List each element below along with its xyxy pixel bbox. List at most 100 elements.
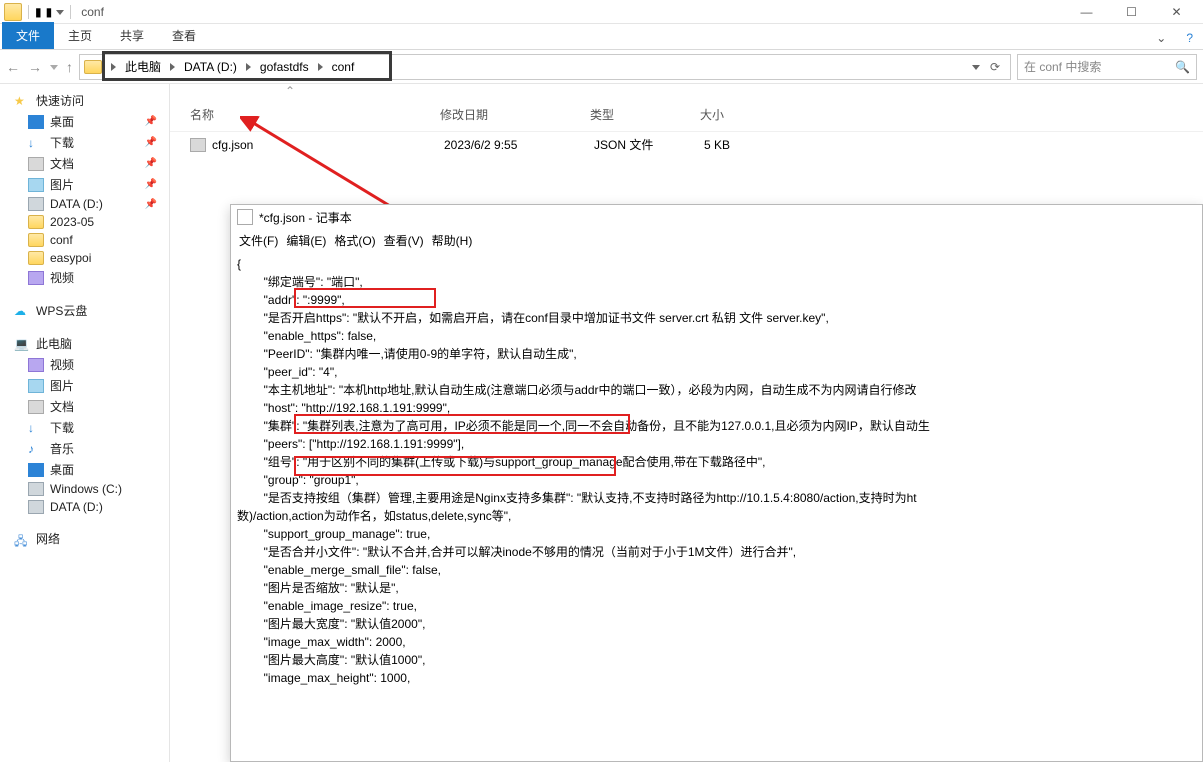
ribbon: 文件 主页 共享 查看 ⌄ ? [0, 24, 1203, 50]
notepad-menubar: 文件(F) 编辑(E) 格式(O) 查看(V) 帮助(H) [231, 229, 1202, 251]
pin-icon: 📌 [145, 158, 169, 169]
notepad-window: *cfg.json - 记事本 文件(F) 编辑(E) 格式(O) 查看(V) … [230, 204, 1203, 762]
fold-icon [28, 251, 44, 265]
file-row[interactable]: cfg.json 2023/6/2 9:55 JSON 文件 5 KB [170, 132, 1203, 157]
file-size: 5 KB [704, 138, 804, 152]
search-placeholder: 在 conf 中搜索 [1024, 58, 1101, 75]
star-icon [14, 94, 30, 108]
desk-icon [28, 463, 44, 477]
sidebar-wps[interactable]: WPS云盘 [14, 300, 169, 321]
column-date[interactable]: 修改日期 [440, 106, 590, 123]
pc-icon [14, 337, 30, 351]
sidebar-item[interactable]: conf [28, 231, 169, 249]
network-icon [14, 532, 30, 546]
sidebar-item[interactable]: 图片 [28, 375, 169, 396]
pin-icon: 📌 [145, 179, 169, 190]
qat-item[interactable]: ▮ [46, 5, 53, 19]
recent-dropdown[interactable] [50, 59, 58, 75]
dropdown-icon[interactable] [972, 60, 980, 74]
navigation-sidebar: 快速访问 桌面📌下载📌文档📌图片📌DATA (D:)📌2023-05confea… [0, 84, 170, 762]
sidebar-item[interactable]: 桌面 [28, 459, 169, 480]
breadcrumb[interactable]: 此电脑 [121, 56, 165, 77]
sidebar-item[interactable]: easypoi [28, 249, 169, 267]
fold-icon [28, 215, 44, 229]
maximize-button[interactable]: ☐ [1109, 0, 1154, 24]
column-type[interactable]: 类型 [590, 106, 700, 123]
doc-icon [28, 157, 44, 171]
mus-icon [28, 442, 44, 456]
file-name: cfg.json [212, 138, 444, 152]
sidebar-network[interactable]: 网络 [14, 528, 169, 549]
fold-icon [28, 233, 44, 247]
notepad-titlebar[interactable]: *cfg.json - 记事本 [231, 205, 1202, 229]
vid-icon [28, 271, 44, 285]
search-icon: 🔍 [1175, 60, 1190, 74]
sidebar-item[interactable]: 视频 [28, 267, 169, 288]
cloud-icon [14, 304, 30, 318]
sidebar-item[interactable]: 图片📌 [28, 174, 169, 195]
breadcrumb[interactable]: conf [328, 58, 359, 76]
sidebar-item[interactable]: 文档 [28, 396, 169, 417]
back-button[interactable]: ← [6, 59, 20, 75]
drive-icon [28, 500, 44, 514]
folder-icon [4, 3, 22, 21]
sidebar-item[interactable]: 下载📌 [28, 132, 169, 153]
pin-icon: 📌 [145, 116, 169, 127]
forward-button[interactable]: → [28, 59, 42, 75]
breadcrumb[interactable]: DATA (D:) [180, 58, 241, 76]
column-name[interactable]: 名称 [190, 106, 440, 123]
menu-file[interactable]: 文件(F) [237, 232, 280, 249]
window-title: conf [81, 5, 104, 19]
tab-share[interactable]: 共享 [106, 22, 158, 49]
sidebar-this-pc[interactable]: 此电脑 [14, 333, 169, 354]
sidebar-item[interactable]: 2023-05 [28, 213, 169, 231]
menu-help[interactable]: 帮助(H) [430, 232, 475, 249]
tab-view[interactable]: 查看 [158, 22, 210, 49]
doc-icon [28, 400, 44, 414]
address-row: ← → ↑ 此电脑 DATA (D:) gofastdfs conf ⟳ 在 c… [0, 50, 1203, 84]
ribbon-expand[interactable]: ⌄ [1146, 27, 1176, 49]
sidebar-item[interactable]: Windows (C:) [28, 480, 169, 498]
qat-dropdown[interactable] [56, 5, 64, 19]
folder-icon [84, 60, 102, 74]
sidebar-item[interactable]: 视频 [28, 354, 169, 375]
breadcrumb[interactable]: gofastdfs [256, 58, 313, 76]
minimize-button[interactable]: — [1064, 0, 1109, 24]
search-input[interactable]: 在 conf 中搜索 🔍 [1017, 54, 1197, 80]
down-icon [28, 136, 44, 150]
tab-home[interactable]: 主页 [54, 22, 106, 49]
pic-icon [28, 178, 44, 192]
sidebar-quick-access[interactable]: 快速访问 [14, 90, 169, 111]
menu-view[interactable]: 查看(V) [382, 232, 426, 249]
up-button[interactable]: ↑ [66, 59, 73, 75]
pin-icon: 📌 [145, 199, 169, 210]
down-icon [28, 421, 44, 435]
drive-icon [28, 197, 44, 211]
menu-format[interactable]: 格式(O) [332, 232, 377, 249]
drive-icon [28, 482, 44, 496]
sidebar-item[interactable]: 音乐 [28, 438, 169, 459]
file-date: 2023/6/2 9:55 [444, 138, 594, 152]
close-button[interactable]: ✕ [1154, 0, 1199, 24]
sidebar-item[interactable]: DATA (D:) [28, 498, 169, 516]
refresh-button[interactable]: ⟳ [990, 60, 1000, 74]
ribbon-help[interactable]: ? [1176, 27, 1203, 49]
file-icon [190, 138, 206, 152]
desk-icon [28, 115, 44, 129]
sidebar-item[interactable]: 桌面📌 [28, 111, 169, 132]
vid-icon [28, 358, 44, 372]
sidebar-item[interactable]: DATA (D:)📌 [28, 195, 169, 213]
notepad-icon [237, 209, 253, 225]
sidebar-item[interactable]: 文档📌 [28, 153, 169, 174]
notepad-content[interactable]: { "绑定端号": "端口", "addr": ":9999", "是否开启ht… [231, 251, 1202, 691]
menu-edit[interactable]: 编辑(E) [284, 232, 328, 249]
qat-item[interactable]: ▮ [35, 5, 42, 19]
tab-file[interactable]: 文件 [2, 22, 54, 49]
column-size[interactable]: 大小 [700, 106, 800, 123]
pin-icon: 📌 [145, 137, 169, 148]
pic-icon [28, 379, 44, 393]
notepad-title: *cfg.json - 记事本 [259, 209, 352, 226]
column-headers: 名称 修改日期 类型 大小 [170, 98, 1203, 132]
sidebar-item[interactable]: 下载 [28, 417, 169, 438]
address-bar[interactable]: 此电脑 DATA (D:) gofastdfs conf ⟳ [79, 54, 1011, 80]
